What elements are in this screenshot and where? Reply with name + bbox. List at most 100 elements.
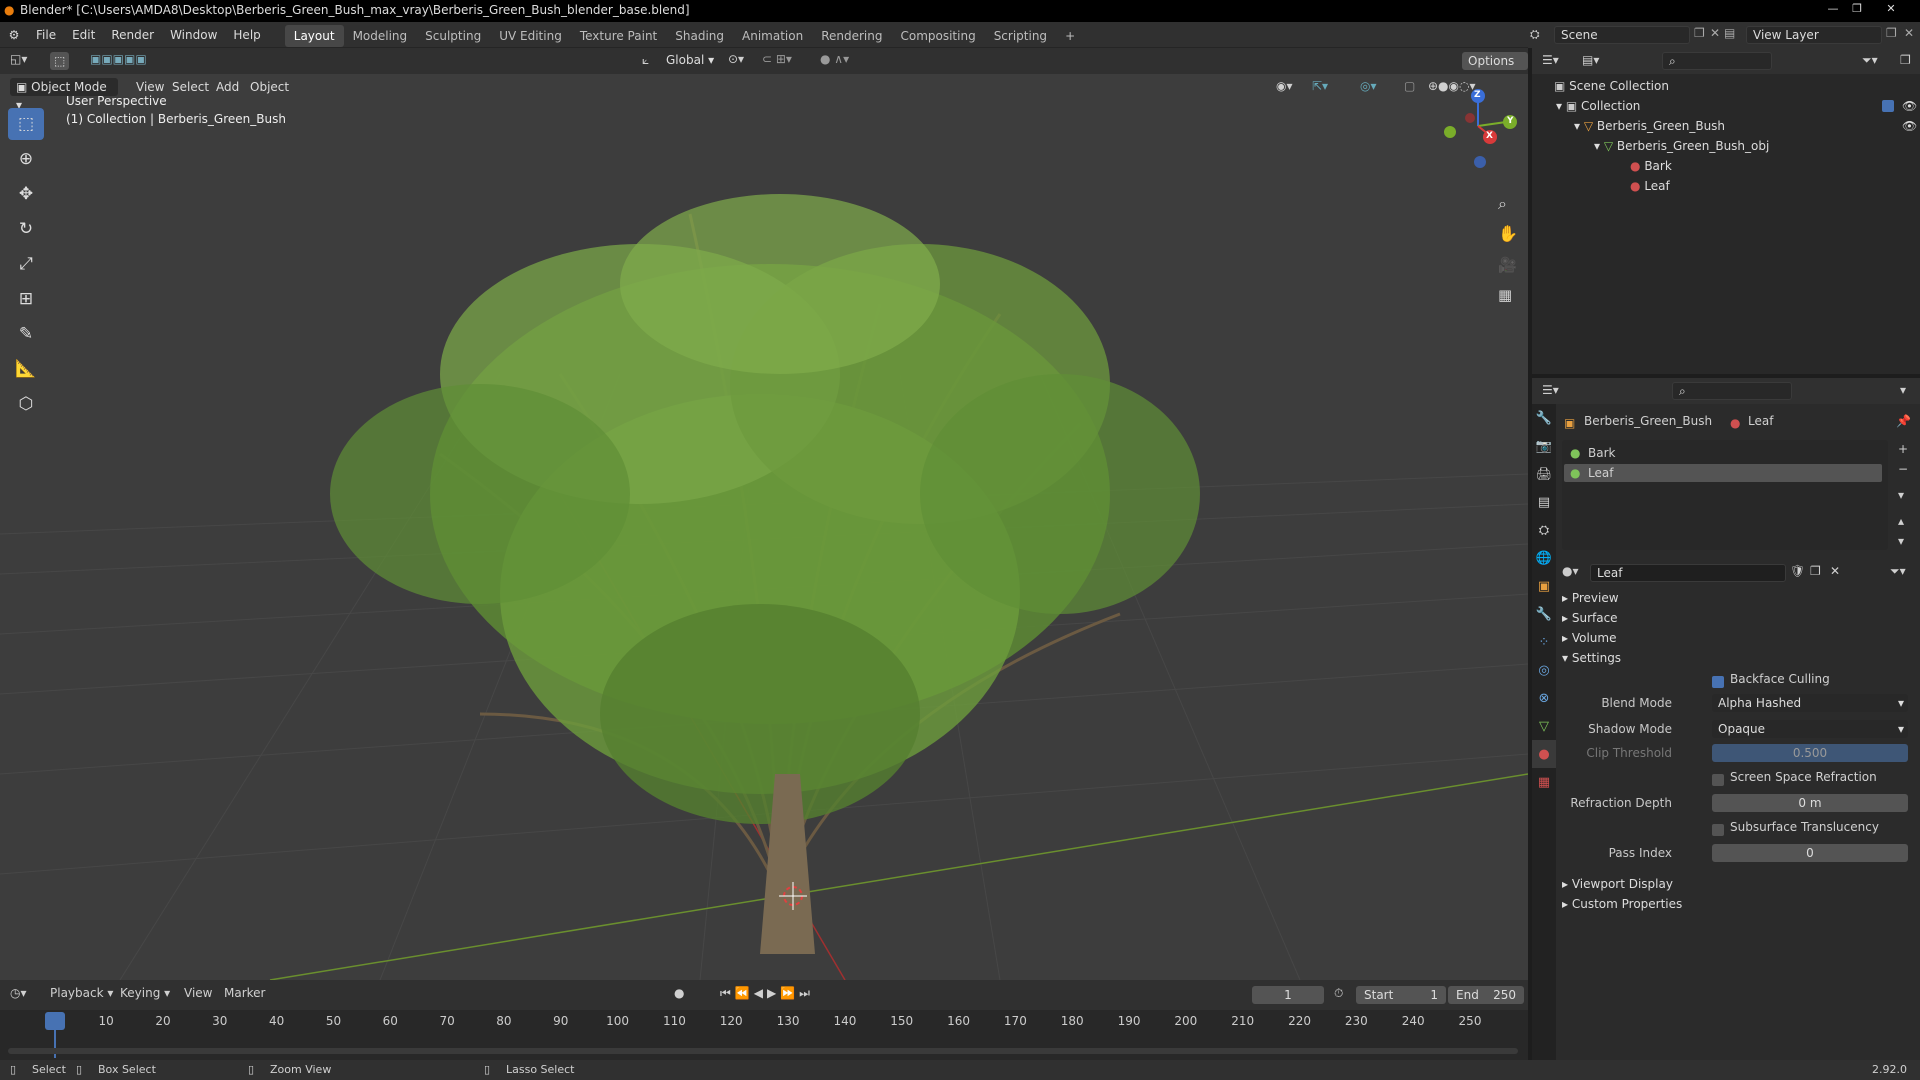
scale-tool-icon[interactable]: ⤢ (8, 248, 44, 280)
timeline-menu-keying[interactable]: Keying ▾ (120, 986, 170, 1000)
cursor-tool-icon[interactable]: ⊕ (8, 143, 44, 175)
properties-options-icon[interactable]: ▾ (1900, 383, 1906, 397)
collection-checkbox[interactable] (1882, 100, 1894, 112)
playhead[interactable] (45, 1012, 65, 1030)
scene-tab-icon[interactable]: ⛭ (1532, 516, 1556, 544)
transform-tool-icon[interactable]: ⊞ (8, 283, 44, 315)
move-tool-icon[interactable]: ✥ (8, 178, 44, 210)
start-frame-field[interactable]: Start 1 (1356, 986, 1446, 1004)
view-layer-tab-icon[interactable]: ▤ (1532, 488, 1556, 516)
camera-icon[interactable]: 🎥 (1498, 256, 1517, 274)
remove-view-layer-icon[interactable]: ✕ (1904, 26, 1914, 40)
navigation-gizmo[interactable] (1444, 89, 1517, 168)
outliner-item-collection[interactable]: ▾ ▣ Collection 👁 (1532, 96, 1920, 116)
record-icon[interactable]: ● (674, 986, 684, 1000)
menu-window[interactable]: Window (162, 22, 225, 48)
tool-tab-icon[interactable]: 🔧 (1532, 404, 1556, 432)
eye-icon[interactable]: 👁 (1902, 96, 1917, 116)
view-layer-selector[interactable]: View Layer (1746, 26, 1882, 44)
physics-tab-icon[interactable]: ◎ (1532, 656, 1556, 684)
blender-menu-icon[interactable]: ⚙ (0, 28, 28, 42)
outliner-item-object[interactable]: ▾ ▽ Berberis_Green_Bush 👁 (1532, 116, 1920, 136)
add-workspace-button[interactable]: + (1056, 25, 1084, 47)
tab-layout[interactable]: Layout (284, 24, 344, 47)
object-tab-icon[interactable]: ▣ (1532, 572, 1556, 600)
eye-icon[interactable]: 👁 (1902, 116, 1917, 136)
panel-custom-properties[interactable]: ▸ Custom Properties (1562, 894, 1682, 914)
remove-scene-icon[interactable]: ✕ (1710, 26, 1720, 40)
node-link-icon[interactable]: ⏷▾ (1890, 564, 1906, 579)
panel-viewport-display[interactable]: ▸ Viewport Display (1562, 874, 1673, 894)
outliner-search-input[interactable]: ⌕ (1662, 52, 1772, 70)
menu-help[interactable]: Help (225, 22, 268, 48)
editor-type-icon[interactable]: ◱▾ (10, 52, 27, 66)
render-tab-icon[interactable]: 📷 (1532, 432, 1556, 460)
view-layer-icon[interactable]: ▤ (1724, 26, 1735, 40)
blend-mode-dropdown[interactable]: Alpha Hashed ▾ (1712, 694, 1908, 712)
output-tab-icon[interactable]: 🖨 (1532, 460, 1556, 488)
transform-orientation-dropdown[interactable]: Global ▾ (660, 52, 720, 70)
scene-selector[interactable]: Scene (1554, 26, 1690, 44)
tab-animation[interactable]: Animation (733, 25, 812, 47)
minimize-icon[interactable]: — (1822, 2, 1844, 18)
tab-sculpting[interactable]: Sculpting (416, 25, 490, 47)
pin-icon[interactable]: 📌 (1896, 414, 1911, 428)
panel-preview[interactable]: ▸ Preview (1562, 588, 1619, 608)
material-name-field[interactable]: Leaf (1590, 564, 1786, 582)
timeline-menu-marker[interactable]: Marker (224, 986, 265, 1000)
overlays-icon[interactable]: ◎▾ (1360, 79, 1377, 93)
slot-specials-icon[interactable]: ▾ (1898, 488, 1904, 502)
backface-culling-checkbox[interactable] (1712, 676, 1724, 688)
menu-render[interactable]: Render (103, 22, 162, 48)
properties-editor-icon[interactable]: ☰▾ (1542, 383, 1559, 397)
tab-texture-paint[interactable]: Texture Paint (571, 25, 666, 47)
proportional-icon[interactable]: ● ∧▾ (820, 52, 849, 66)
tab-modeling[interactable]: Modeling (344, 25, 417, 47)
modifier-tab-icon[interactable]: 🔧 (1532, 600, 1556, 628)
viewport-scene[interactable] (0, 74, 1528, 980)
panel-volume[interactable]: ▸ Volume (1562, 628, 1616, 648)
select-mode-icon[interactable]: ⬚ (50, 52, 70, 70)
refraction-depth-field[interactable]: 0 m (1712, 794, 1908, 812)
new-view-layer-icon[interactable]: ❐ (1886, 26, 1897, 40)
close-icon[interactable]: ✕ (1880, 2, 1902, 18)
outliner-item-mesh[interactable]: ▾ ▽ Berberis_Green_Bush_obj (1532, 136, 1920, 156)
current-frame-field[interactable]: 1 (1252, 986, 1324, 1004)
new-collection-icon[interactable]: ❐ (1900, 53, 1911, 67)
outliner-editor-icon[interactable]: ☰▾ (1542, 53, 1559, 67)
timeline-menu-view[interactable]: View (184, 986, 212, 1000)
slot-leaf[interactable]: ● Leaf (1564, 464, 1882, 482)
panel-surface[interactable]: ▸ Surface (1562, 608, 1618, 628)
select-box-tool-icon[interactable]: ⬚ (8, 108, 44, 140)
unlink-material-icon[interactable]: ✕ (1830, 564, 1840, 578)
outliner-item-leaf[interactable]: ● Leaf (1532, 176, 1920, 196)
particles-tab-icon[interactable]: ⁘ (1532, 628, 1556, 656)
tab-compositing[interactable]: Compositing (891, 25, 984, 47)
slot-bark[interactable]: ● Bark (1564, 444, 1886, 462)
options-button[interactable]: Options ▾ (1462, 52, 1528, 86)
annotate-tool-icon[interactable]: ✎ (8, 318, 44, 350)
playback-controls-icon[interactable]: ⏮⏪◀▶⏩⏭ (720, 986, 814, 1001)
viewport-menu-object[interactable]: Object (242, 74, 297, 100)
timeline-menu-playback[interactable]: Playback ▾ (50, 986, 113, 1000)
perspective-grid-icon[interactable]: ▦ (1498, 286, 1512, 304)
timeline-ruler[interactable]: 1102030405060708090100110120130140150160… (0, 1010, 1528, 1060)
shadow-mode-dropdown[interactable]: Opaque ▾ (1712, 720, 1908, 738)
restore-icon[interactable]: ❐ (1846, 2, 1868, 18)
timeline-editor-icon[interactable]: ◷▾ (10, 986, 27, 1000)
visibility-icon[interactable]: ◉▾ (1276, 79, 1293, 93)
new-scene-icon[interactable]: ❐ (1694, 26, 1705, 40)
pass-index-field[interactable]: 0 (1712, 844, 1908, 862)
xray-icon[interactable]: ▢ (1404, 79, 1415, 93)
timeline-scrollbar[interactable] (8, 1048, 1518, 1054)
menu-file[interactable]: File (28, 22, 64, 48)
outliner-item-scene-collection[interactable]: ▣ Scene Collection (1532, 76, 1920, 96)
preview-range-icon[interactable]: ⏱ (1334, 986, 1343, 1001)
add-cube-tool-icon[interactable]: ⬡ (8, 388, 44, 420)
gizmo-toggle-icon[interactable]: ⇱▾ (1312, 79, 1328, 93)
subsurface-translucency-checkbox[interactable] (1712, 824, 1724, 836)
pivot-icon[interactable]: ⊙▾ (728, 52, 744, 66)
zoom-icon[interactable]: ⌕ (1498, 194, 1507, 214)
selection-modes-icon[interactable]: ▣▣▣▣▣ (90, 52, 147, 66)
end-frame-field[interactable]: End 250 (1448, 986, 1524, 1004)
